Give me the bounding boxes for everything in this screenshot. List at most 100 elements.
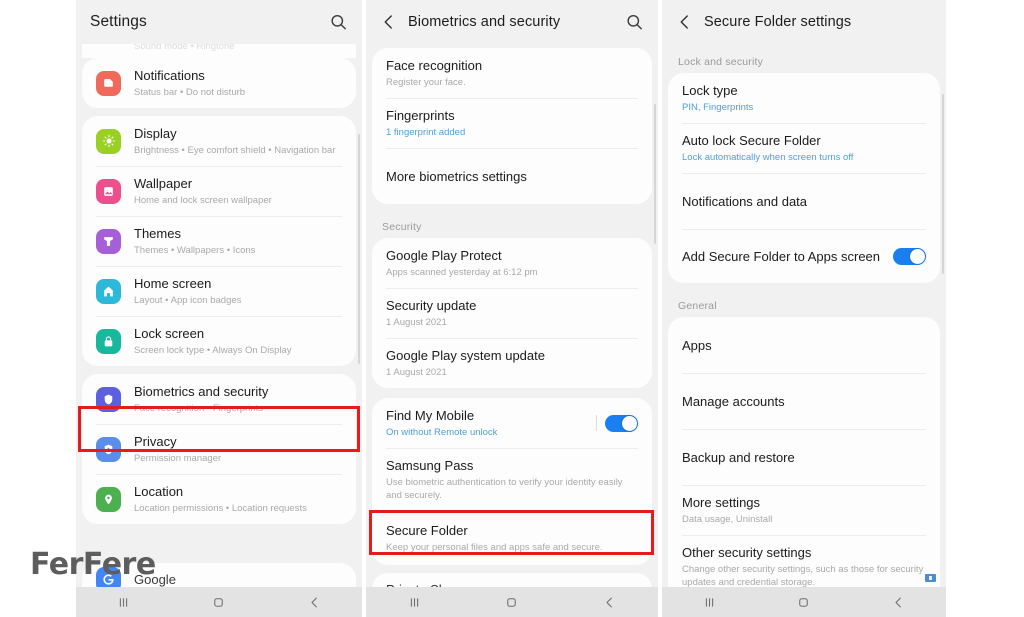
item-subtitle: 1 fingerprint added bbox=[386, 127, 466, 138]
home-button[interactable] bbox=[492, 595, 532, 610]
card-lock-and-security: Lock type PIN, Fingerprints Auto lock Se… bbox=[668, 73, 940, 283]
item-title: Face recognition bbox=[386, 58, 483, 73]
list-item-auto-lock-secure-folder[interactable]: Auto lock Secure Folder Lock automatical… bbox=[668, 123, 940, 173]
item-title: Notifications and data bbox=[682, 193, 808, 209]
sidebar-item-themes[interactable]: Themes Themes • Wallpapers • Icons bbox=[82, 216, 356, 266]
list-item-notifications-and-data[interactable]: Notifications and data bbox=[668, 173, 940, 229]
item-subtitle: Themes • Wallpapers • Icons bbox=[134, 245, 256, 256]
home-button[interactable] bbox=[199, 595, 239, 610]
search-icon[interactable] bbox=[625, 13, 644, 32]
partial-row-sound-mode: Sound mode • Ringtone bbox=[82, 44, 356, 58]
item-title: Other security settings bbox=[682, 545, 812, 560]
sidebar-item-display[interactable]: Display Brightness • Eye comfort shield … bbox=[82, 116, 356, 166]
item-subtitle: Permission manager bbox=[134, 453, 222, 464]
list-item-google-play-protect[interactable]: Google Play Protect Apps scanned yesterd… bbox=[372, 238, 652, 288]
settings-appbar: Settings bbox=[76, 0, 362, 44]
sidebar-item-lock-screen[interactable]: Lock screen Screen lock type • Always On… bbox=[82, 316, 356, 366]
item-subtitle: Location permissions • Location requests bbox=[134, 503, 307, 514]
list-item-find-my-mobile[interactable]: Find My Mobile On without Remote unlock bbox=[372, 398, 652, 448]
back-button[interactable] bbox=[589, 595, 629, 610]
item-title: Security update bbox=[386, 298, 477, 313]
item-subtitle: Status bar • Do not disturb bbox=[134, 87, 246, 98]
recents-button[interactable] bbox=[395, 595, 435, 610]
item-subtitle: Data usage, Uninstall bbox=[682, 514, 773, 525]
biometrics-appbar: Biometrics and security bbox=[366, 0, 658, 44]
sidebar-item-wallpaper[interactable]: Wallpaper Home and lock screen wallpaper bbox=[82, 166, 356, 216]
scrollbar-secure-folder[interactable] bbox=[942, 94, 944, 274]
scrollbar-biometrics[interactable] bbox=[654, 104, 656, 244]
navigation-bar-1 bbox=[76, 587, 362, 617]
card-more-security: Find My Mobile On without Remote unlock … bbox=[372, 398, 652, 565]
list-item-more-settings[interactable]: More settings Data usage, Uninstall bbox=[668, 485, 940, 535]
list-item-security-update[interactable]: Security update 1 August 2021 bbox=[372, 288, 652, 338]
sidebar-item-location[interactable]: Location Location permissions • Location… bbox=[82, 474, 356, 524]
list-item-google-play-system-update[interactable]: Google Play system update 1 August 2021 bbox=[372, 338, 652, 388]
list-item-face-recognition[interactable]: Face recognition Register your face. bbox=[372, 48, 652, 98]
page-title: Settings bbox=[90, 13, 147, 30]
sidebar-item-notifications[interactable]: Notifications Status bar • Do not distur… bbox=[82, 58, 356, 108]
google-icon bbox=[96, 567, 121, 587]
secure-folder-scroll-area[interactable]: Lock and security Lock type PIN, Fingerp… bbox=[662, 44, 946, 587]
item-title: Add Secure Folder to Apps screen bbox=[682, 248, 881, 264]
item-title: More biometrics settings bbox=[386, 168, 527, 184]
search-icon[interactable] bbox=[329, 13, 348, 32]
back-button[interactable] bbox=[879, 595, 919, 610]
recents-button[interactable] bbox=[689, 595, 729, 610]
find-my-mobile-toggle[interactable] bbox=[605, 414, 638, 432]
back-chevron-icon[interactable] bbox=[676, 13, 694, 31]
add-secure-folder-toggle[interactable] bbox=[893, 247, 926, 265]
secure-folder-appbar: Secure Folder settings bbox=[662, 0, 946, 44]
sidebar-item-privacy[interactable]: Privacy Permission manager bbox=[82, 424, 356, 474]
list-item-secure-folder[interactable]: Secure Folder Keep your personal files a… bbox=[372, 511, 652, 565]
item-title: Google bbox=[134, 572, 176, 587]
list-item-backup-and-restore[interactable]: Backup and restore bbox=[668, 429, 940, 485]
list-item-private-share-partial[interactable]: Private Share bbox=[372, 573, 652, 587]
page-title: Secure Folder settings bbox=[704, 14, 852, 30]
item-subtitle: 1 August 2021 bbox=[386, 317, 447, 328]
sidebar-item-home-screen[interactable]: Home screen Layout • App icon badges bbox=[82, 266, 356, 316]
item-title: More settings bbox=[682, 495, 761, 510]
item-title: Privacy bbox=[134, 434, 177, 449]
item-title: Fingerprints bbox=[386, 108, 455, 123]
partial-row-text: Sound mode • Ringtone bbox=[134, 44, 235, 52]
notifications-icon bbox=[96, 70, 121, 96]
item-subtitle: Keep your personal files and apps safe a… bbox=[386, 542, 603, 553]
item-title: Backup and restore bbox=[682, 449, 795, 465]
back-button[interactable] bbox=[294, 595, 334, 610]
biometrics-scroll-area[interactable]: Face recognition Register your face. Fin… bbox=[366, 44, 658, 587]
home-button[interactable] bbox=[784, 595, 824, 610]
list-item-more-biometrics-settings[interactable]: More biometrics settings bbox=[372, 148, 652, 204]
list-item-apps[interactable]: Apps bbox=[668, 317, 940, 373]
biometrics-icon bbox=[96, 386, 121, 412]
themes-icon bbox=[96, 228, 121, 254]
sidebar-item-biometrics-and-security[interactable]: Biometrics and security Face recognition… bbox=[82, 374, 356, 424]
list-item-other-security-settings[interactable]: Other security settings Change other sec… bbox=[668, 535, 940, 587]
item-subtitle: On without Remote unlock bbox=[386, 427, 498, 438]
recents-button[interactable] bbox=[104, 595, 144, 610]
item-title: Secure Folder bbox=[386, 523, 468, 538]
list-item-fingerprints[interactable]: Fingerprints 1 fingerprint added bbox=[372, 98, 652, 148]
item-subtitle: PIN, Fingerprints bbox=[682, 102, 754, 113]
phone-screen-biometrics: Biometrics and security Face recognition… bbox=[366, 0, 658, 617]
sidebar-item-google[interactable]: Google bbox=[82, 563, 356, 587]
list-item-lock-type[interactable]: Lock type PIN, Fingerprints bbox=[668, 73, 940, 123]
toggle-divider bbox=[596, 415, 597, 431]
scrollbar-settings[interactable] bbox=[358, 134, 360, 364]
settings-scroll-area[interactable]: Sound mode • Ringtone Notifications Stat… bbox=[76, 44, 362, 587]
item-title: Auto lock Secure Folder bbox=[682, 133, 821, 148]
item-title: Location bbox=[134, 484, 184, 499]
item-subtitle: Lock automatically when screen turns off bbox=[682, 152, 854, 163]
item-subtitle: Face recognition • Fingerprints bbox=[134, 403, 263, 414]
location-icon bbox=[96, 486, 121, 512]
list-item-manage-accounts[interactable]: Manage accounts bbox=[668, 373, 940, 429]
settings-card-security-group: Biometrics and security Face recognition… bbox=[82, 374, 356, 524]
card-general: Apps Manage accounts Backup and restore bbox=[668, 317, 940, 587]
item-subtitle: Apps scanned yesterday at 6:12 pm bbox=[386, 267, 538, 278]
list-item-add-secure-folder-to-apps-screen[interactable]: Add Secure Folder to Apps screen bbox=[668, 229, 940, 283]
phone-screen-settings: Settings Sound mode • Ringtone Notificat… bbox=[76, 0, 362, 617]
item-title: Wallpaper bbox=[134, 176, 193, 191]
list-item-samsung-pass[interactable]: Samsung Pass Use biometric authenticatio… bbox=[372, 448, 652, 511]
item-title: Samsung Pass bbox=[386, 458, 474, 473]
item-subtitle: Layout • App icon badges bbox=[134, 295, 242, 306]
back-chevron-icon[interactable] bbox=[380, 13, 398, 31]
